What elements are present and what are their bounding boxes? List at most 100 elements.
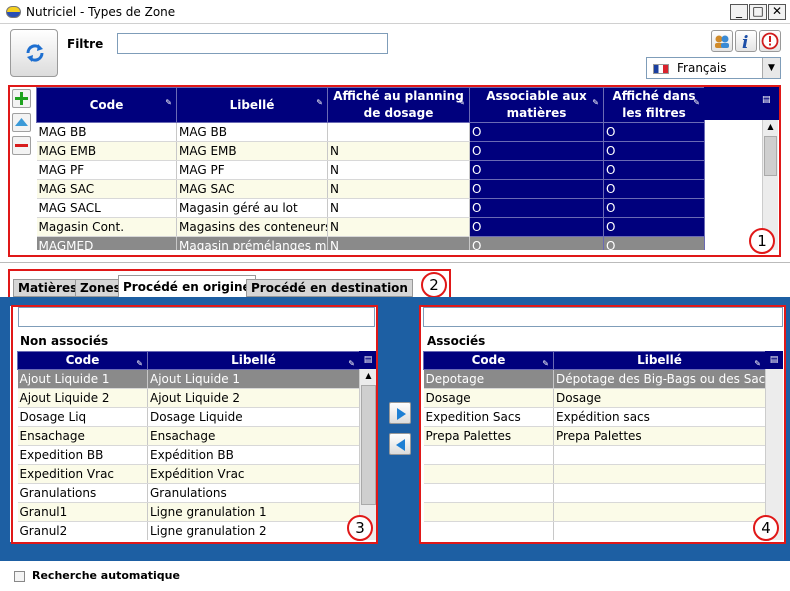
delete-button[interactable] — [12, 136, 31, 155]
table-row[interactable]: Expedition Vrac Expédition Vrac — [17, 464, 360, 484]
table-row[interactable] — [423, 502, 766, 522]
table-cell[interactable]: Ajout Liquide 2 — [147, 388, 360, 408]
table-cell[interactable]: N — [327, 236, 470, 250]
table-row[interactable]: Granul1 Ligne granulation 1 — [17, 502, 360, 522]
table-row[interactable]: Granul2 Ligne granulation 2 — [17, 521, 360, 540]
table-row[interactable]: Expedition BB Expédition BB — [17, 445, 360, 465]
scroll-thumb[interactable] — [361, 385, 376, 505]
table-row[interactable] — [423, 521, 766, 540]
non-associes-search-input[interactable] — [18, 307, 375, 327]
table-cell[interactable]: Dépotage des Big-Bags ou des Sacs — [553, 369, 766, 389]
table-row[interactable]: Magasin Cont. Magasins des conteneurs N O O — [36, 217, 705, 237]
table-cell[interactable]: MAG EMB — [176, 141, 328, 161]
table-cell[interactable]: O — [603, 217, 705, 237]
table-row[interactable]: Depotage Dépotage des Big-Bags ou des Sac… — [423, 369, 766, 389]
table-cell[interactable]: Depotage — [423, 369, 554, 389]
table-cell[interactable]: Magasins des conteneurs — [176, 217, 328, 237]
table-cell[interactable]: MAG SAC — [176, 179, 328, 199]
table-row[interactable]: MAG EMB MAG EMB N O O — [36, 141, 705, 161]
column-header-libelle[interactable]: Libellé ✎ — [147, 351, 360, 370]
table-row[interactable] — [423, 445, 766, 465]
table-cell[interactable]: Ensachage — [147, 426, 360, 446]
scroll-up-icon[interactable]: ▲ — [763, 120, 778, 134]
table-cell[interactable]: Magasin prémélanges mé — [176, 236, 328, 250]
table-row[interactable]: Dosage Liq Dosage Liquide — [17, 407, 360, 427]
column-header-code[interactable]: Code ✎ — [423, 351, 554, 370]
table-row[interactable]: Ajout Liquide 1 Ajout Liquide 1 — [17, 369, 360, 389]
table-cell[interactable] — [423, 445, 554, 465]
table-cell[interactable]: O — [469, 198, 604, 218]
table-row[interactable] — [423, 483, 766, 503]
table-cell[interactable]: O — [603, 160, 705, 180]
column-header-filtres[interactable]: Affiché dans les filtres ✎ — [603, 87, 705, 123]
minimize-button[interactable]: _ — [730, 4, 748, 20]
table-cell[interactable] — [423, 502, 554, 522]
table-cell[interactable]: Dosage Liquide — [147, 407, 360, 427]
table-cell[interactable]: Expedition BB — [17, 445, 148, 465]
table-cell[interactable] — [423, 464, 554, 484]
move-up-button[interactable] — [12, 113, 31, 132]
table-cell[interactable]: MAG EMB — [36, 141, 177, 161]
table-cell[interactable]: Granulations — [147, 483, 360, 503]
table-cell[interactable]: Expedition Sacs — [423, 407, 554, 427]
table-cell[interactable]: Dosage Liq — [17, 407, 148, 427]
maximize-button[interactable]: □ — [749, 4, 767, 20]
column-header-libelle[interactable]: Libellé ✎ — [176, 87, 328, 123]
column-header-libelle[interactable]: Libellé ✎ — [553, 351, 766, 370]
table-cell[interactable]: O — [469, 141, 604, 161]
table-cell[interactable] — [423, 483, 554, 503]
table-cell[interactable]: MAGMED — [36, 236, 177, 250]
table-cell[interactable]: Granul1 — [17, 502, 148, 522]
table-cell[interactable]: MAG SAC — [36, 179, 177, 199]
table-row[interactable]: Ajout Liquide 2 Ajout Liquide 2 — [17, 388, 360, 408]
table-row[interactable] — [423, 464, 766, 484]
table-cell[interactable]: Expédition BB — [147, 445, 360, 465]
close-button[interactable]: ✕ — [768, 4, 786, 20]
table-cell[interactable]: Ligne granulation 1 — [147, 502, 360, 522]
scroll-thumb[interactable] — [764, 136, 777, 176]
table-cell[interactable] — [553, 464, 766, 484]
column-header-associable[interactable]: Associable aux matières ✎ — [469, 87, 604, 123]
column-header-code[interactable]: Code ✎ — [36, 87, 177, 123]
chevron-down-icon[interactable]: ▼ — [762, 58, 780, 78]
table-cell[interactable]: MAG PF — [176, 160, 328, 180]
table-cell[interactable]: O — [603, 198, 705, 218]
table-cell[interactable]: Dosage — [423, 388, 554, 408]
column-header-planning[interactable]: Affiché au planning de dosage ✎ — [327, 87, 470, 123]
associate-button[interactable] — [389, 402, 411, 424]
table-cell[interactable]: N — [327, 217, 470, 237]
tab-matieres[interactable]: Matières — [13, 279, 83, 297]
table-cell[interactable]: N — [327, 141, 470, 161]
table-row[interactable]: Expedition Sacs Expédition sacs — [423, 407, 766, 427]
auto-search-checkbox[interactable] — [14, 571, 25, 582]
table-cell[interactable]: O — [469, 217, 604, 237]
scroll-up-icon[interactable]: ▲ — [360, 369, 377, 383]
table-cell[interactable]: N — [327, 198, 470, 218]
table-cell[interactable] — [423, 521, 554, 540]
table-cell[interactable]: Prepa Palettes — [553, 426, 766, 446]
table-cell[interactable]: Dosage — [553, 388, 766, 408]
tab-procede-origine[interactable]: Procédé en origine — [118, 275, 256, 298]
table-cell[interactable]: MAG BB — [176, 122, 328, 142]
grid-config-icon[interactable]: ▤ — [359, 351, 377, 369]
grid-config-icon[interactable]: ▤ — [762, 95, 771, 105]
table-row[interactable]: Dosage Dosage — [423, 388, 766, 408]
table-cell[interactable]: O — [469, 122, 604, 142]
table-cell[interactable] — [553, 502, 766, 522]
table-cell[interactable]: Expedition Vrac — [17, 464, 148, 484]
table-cell[interactable]: Magasin géré au lot — [176, 198, 328, 218]
table-cell[interactable]: Prepa Palettes — [423, 426, 554, 446]
table-row[interactable]: MAG SAC MAG SAC N O O — [36, 179, 705, 199]
table-cell[interactable]: Expédition sacs — [553, 407, 766, 427]
table-cell[interactable]: O — [603, 236, 705, 250]
language-select[interactable]: Français ▼ — [646, 57, 781, 79]
table-cell[interactable]: Granulations — [17, 483, 148, 503]
table-cell[interactable]: Magasin Cont. — [36, 217, 177, 237]
table-cell[interactable]: Expédition Vrac — [147, 464, 360, 484]
table-row[interactable]: MAG BB MAG BB O O — [36, 122, 705, 142]
dissociate-button[interactable] — [389, 433, 411, 455]
table-cell[interactable]: MAG BB — [36, 122, 177, 142]
table-row[interactable]: MAG SACL Magasin géré au lot N O O — [36, 198, 705, 218]
table-cell[interactable]: Ensachage — [17, 426, 148, 446]
filter-input[interactable] — [117, 33, 388, 54]
